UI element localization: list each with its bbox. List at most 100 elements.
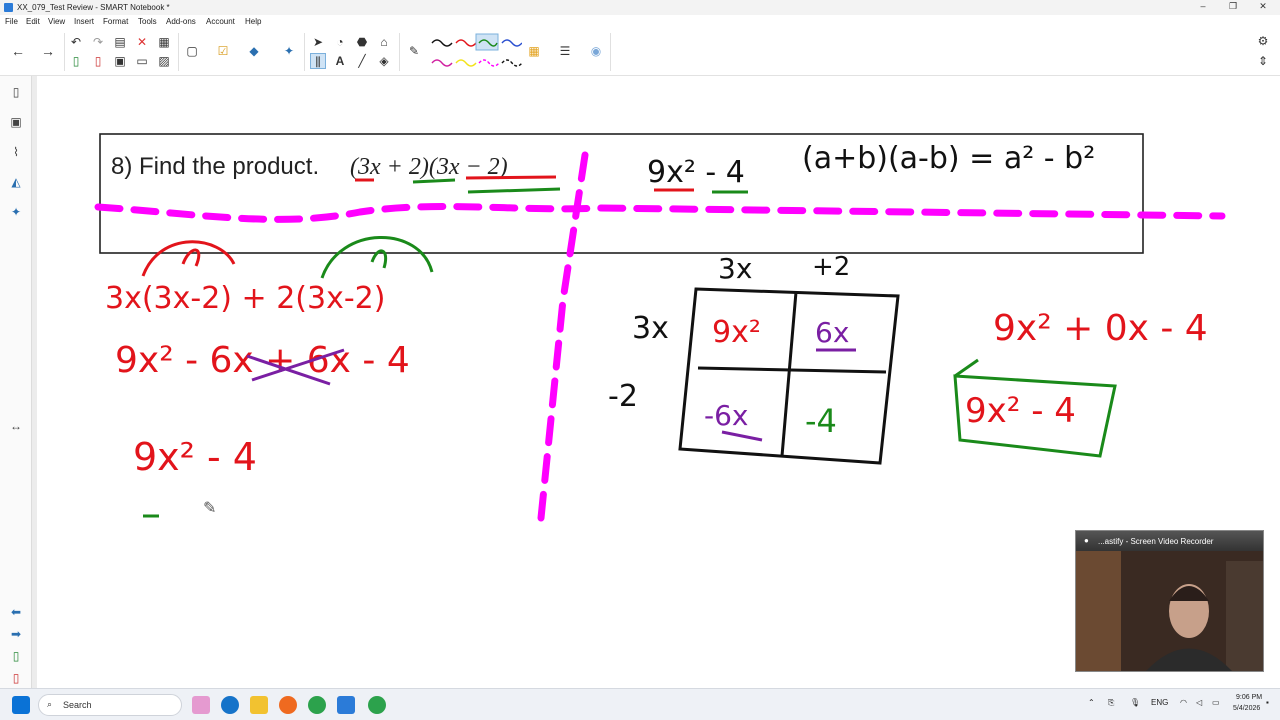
properties-icon[interactable]: ◭ <box>8 174 24 190</box>
eraser-icon[interactable]: ⌂ <box>376 34 392 50</box>
response-icon[interactable]: ◆ <box>246 43 262 59</box>
wifi-icon[interactable]: ◠ <box>1180 698 1187 707</box>
line-icon[interactable]: ╱ <box>354 53 370 69</box>
hw-expand-line1: 3x(3x-2) + 2(3x-2) <box>105 281 385 316</box>
battery-icon[interactable]: ▭ <box>1212 698 1220 707</box>
toolbar: ← → ↶ ↷ ▤ ✕ ▦ ▯ ▯ ▣ ▭ ▨ ▢ ☑ ◆ ✦ ➤ ◔ ⬣ ⌂ … <box>0 29 1280 76</box>
settings-gear-icon[interactable]: ⚙ <box>1255 33 1271 49</box>
hw-cell-3: -6x <box>704 399 749 432</box>
display-icon[interactable]: ▢ <box>184 43 200 59</box>
add-ons-icon[interactable]: ✦ <box>281 43 297 59</box>
maximize-button[interactable]: ❐ <box>1226 1 1240 13</box>
add-page-sidebar-icon[interactable]: ▯ <box>8 648 24 664</box>
webcam-title: ...astify - Screen Video Recorder <box>1098 537 1214 546</box>
webcam-logo-icon: ● <box>1084 536 1089 545</box>
hw-box-top-2: +2 <box>812 252 850 282</box>
taskbar-search[interactable]: ⌕ Search <box>38 694 182 716</box>
search-icon: ⌕ <box>47 699 53 709</box>
forward-arrow-icon[interactable]: → <box>40 43 56 59</box>
color-grid-icon[interactable]: ▦ <box>526 43 542 59</box>
pen-icon[interactable]: ✎ <box>406 43 422 59</box>
menu-bar: File Edit View Insert Format Tools Add-o… <box>0 15 1280 29</box>
magic-pen-icon[interactable]: ◈ <box>376 53 392 69</box>
screen-shade-icon[interactable]: ▭ <box>134 53 150 69</box>
menu-format[interactable]: Format <box>103 17 128 26</box>
add-page-icon[interactable]: ▯ <box>68 53 84 69</box>
hw-cell-4: -4 <box>805 402 837 440</box>
firefox-icon[interactable] <box>279 696 297 714</box>
notification-icon[interactable]: ▪ <box>1266 698 1269 707</box>
table-icon[interactable]: ▦ <box>156 34 172 50</box>
tray-chevron-icon[interactable]: ⌃ <box>1088 698 1095 707</box>
menu-help[interactable]: Help <box>245 17 261 26</box>
hw-result-top: 9x² - 4 <box>647 155 745 190</box>
windows-start-icon[interactable] <box>12 696 30 714</box>
clock-date[interactable]: 5/4/2026 <box>1233 705 1260 712</box>
window-title: XX_079_Test Review - SMART Notebook * <box>17 3 170 12</box>
pen-color-palette[interactable] <box>430 33 522 73</box>
chrome-icon[interactable] <box>308 696 326 714</box>
menu-account[interactable]: Account <box>206 17 235 26</box>
microphone-icon[interactable]: 🎙 <box>1130 698 1140 707</box>
line-style-icon[interactable]: ☰ <box>557 43 573 59</box>
save-icon[interactable]: ▣ <box>112 53 128 69</box>
delete-page-icon[interactable]: ▯ <box>90 53 106 69</box>
title-bar: XX_079_Test Review - SMART Notebook * – … <box>0 0 1280 15</box>
minimize-button[interactable]: – <box>1196 1 1210 13</box>
edge-icon[interactable] <box>221 696 239 714</box>
delete-page-sidebar-icon[interactable]: ▯ <box>8 670 24 686</box>
language-indicator[interactable]: ENG <box>1151 698 1168 707</box>
chrome-profile-icon[interactable] <box>368 696 386 714</box>
hw-box-side-2: -2 <box>608 379 638 414</box>
capture-icon[interactable]: ▨ <box>156 53 172 69</box>
toolbar-move-icon[interactable]: ⇕ <box>1255 53 1271 69</box>
menu-insert[interactable]: Insert <box>74 17 94 26</box>
back-arrow-icon[interactable]: ← <box>10 43 26 59</box>
smart-notebook-taskbar-icon[interactable] <box>337 696 355 714</box>
webcam-overlay[interactable]: ● ...astify - Screen Video Recorder <box>1075 530 1264 672</box>
clock-time[interactable]: 9:06 PM <box>1236 694 1262 701</box>
hw-expand-line3: 9x² - 4 <box>133 435 257 479</box>
text-icon[interactable]: A <box>332 53 348 69</box>
close-button[interactable]: ✕ <box>1256 1 1270 13</box>
addons-panel-icon[interactable]: ✦ <box>8 204 24 220</box>
smart-notebook-icon <box>4 3 13 12</box>
problem-label: 8) Find the product. <box>111 153 319 180</box>
copilot-icon[interactable] <box>192 696 210 714</box>
webcam-feed <box>1076 551 1263 671</box>
sidebar-resize-icon[interactable]: ↔ <box>8 418 24 434</box>
hw-cell-1: 9x² <box>712 315 761 350</box>
file-explorer-icon[interactable] <box>250 696 268 714</box>
tray-app-icon[interactable]: ⎘ <box>1108 698 1114 708</box>
paste-icon[interactable]: ▤ <box>112 34 128 50</box>
hw-boxed-answer: 9x² - 4 <box>965 391 1076 431</box>
left-sidebar: ▯ ▣ ⌇ ◭ ✦ ↔ ⬅ ➡ ▯ ▯ <box>0 76 32 688</box>
pen-cursor-icon: ✎ <box>203 498 216 517</box>
activity-builder-icon[interactable]: ☑ <box>215 43 231 59</box>
hw-right-expr: 9x² + 0x - 4 <box>993 308 1208 349</box>
pens-icon[interactable]: ⫼ <box>310 53 326 69</box>
delete-icon[interactable]: ✕ <box>134 34 150 50</box>
undo-icon[interactable]: ↶ <box>68 34 84 50</box>
hw-box-side-1: 3x <box>632 311 669 346</box>
prev-page-icon[interactable]: ⬅ <box>8 604 24 620</box>
redo-icon[interactable]: ↷ <box>90 34 106 50</box>
menu-tools[interactable]: Tools <box>138 17 157 26</box>
taskbar: ⌕ Search ⌃ ⎘ 🎙 ENG ◠ ◁ ▭ 9:06 PM 5/4/202… <box>0 688 1280 720</box>
volume-icon[interactable]: ◁ <box>1196 698 1202 707</box>
gallery-icon[interactable]: ▣ <box>8 114 24 130</box>
pen-effect-icon[interactable]: ◉ <box>588 43 604 59</box>
menu-addons[interactable]: Add-ons <box>166 17 196 26</box>
menu-file[interactable]: File <box>5 17 18 26</box>
next-page-icon[interactable]: ➡ <box>8 626 24 642</box>
webcam-titlebar[interactable]: ● ...astify - Screen Video Recorder <box>1076 531 1263 551</box>
menu-view[interactable]: View <box>48 17 65 26</box>
hw-box-top-1: 3x <box>718 252 752 285</box>
fill-icon[interactable]: ⬣ <box>354 34 370 50</box>
menu-edit[interactable]: Edit <box>26 17 40 26</box>
select-icon[interactable]: ➤ <box>310 34 326 50</box>
problem-expression: (3x + 2)(3x − 2) <box>350 154 508 180</box>
page-sorter-icon[interactable]: ▯ <box>8 84 24 100</box>
shapes-icon[interactable]: ◔ <box>332 34 348 50</box>
attachments-icon[interactable]: ⌇ <box>8 144 24 160</box>
